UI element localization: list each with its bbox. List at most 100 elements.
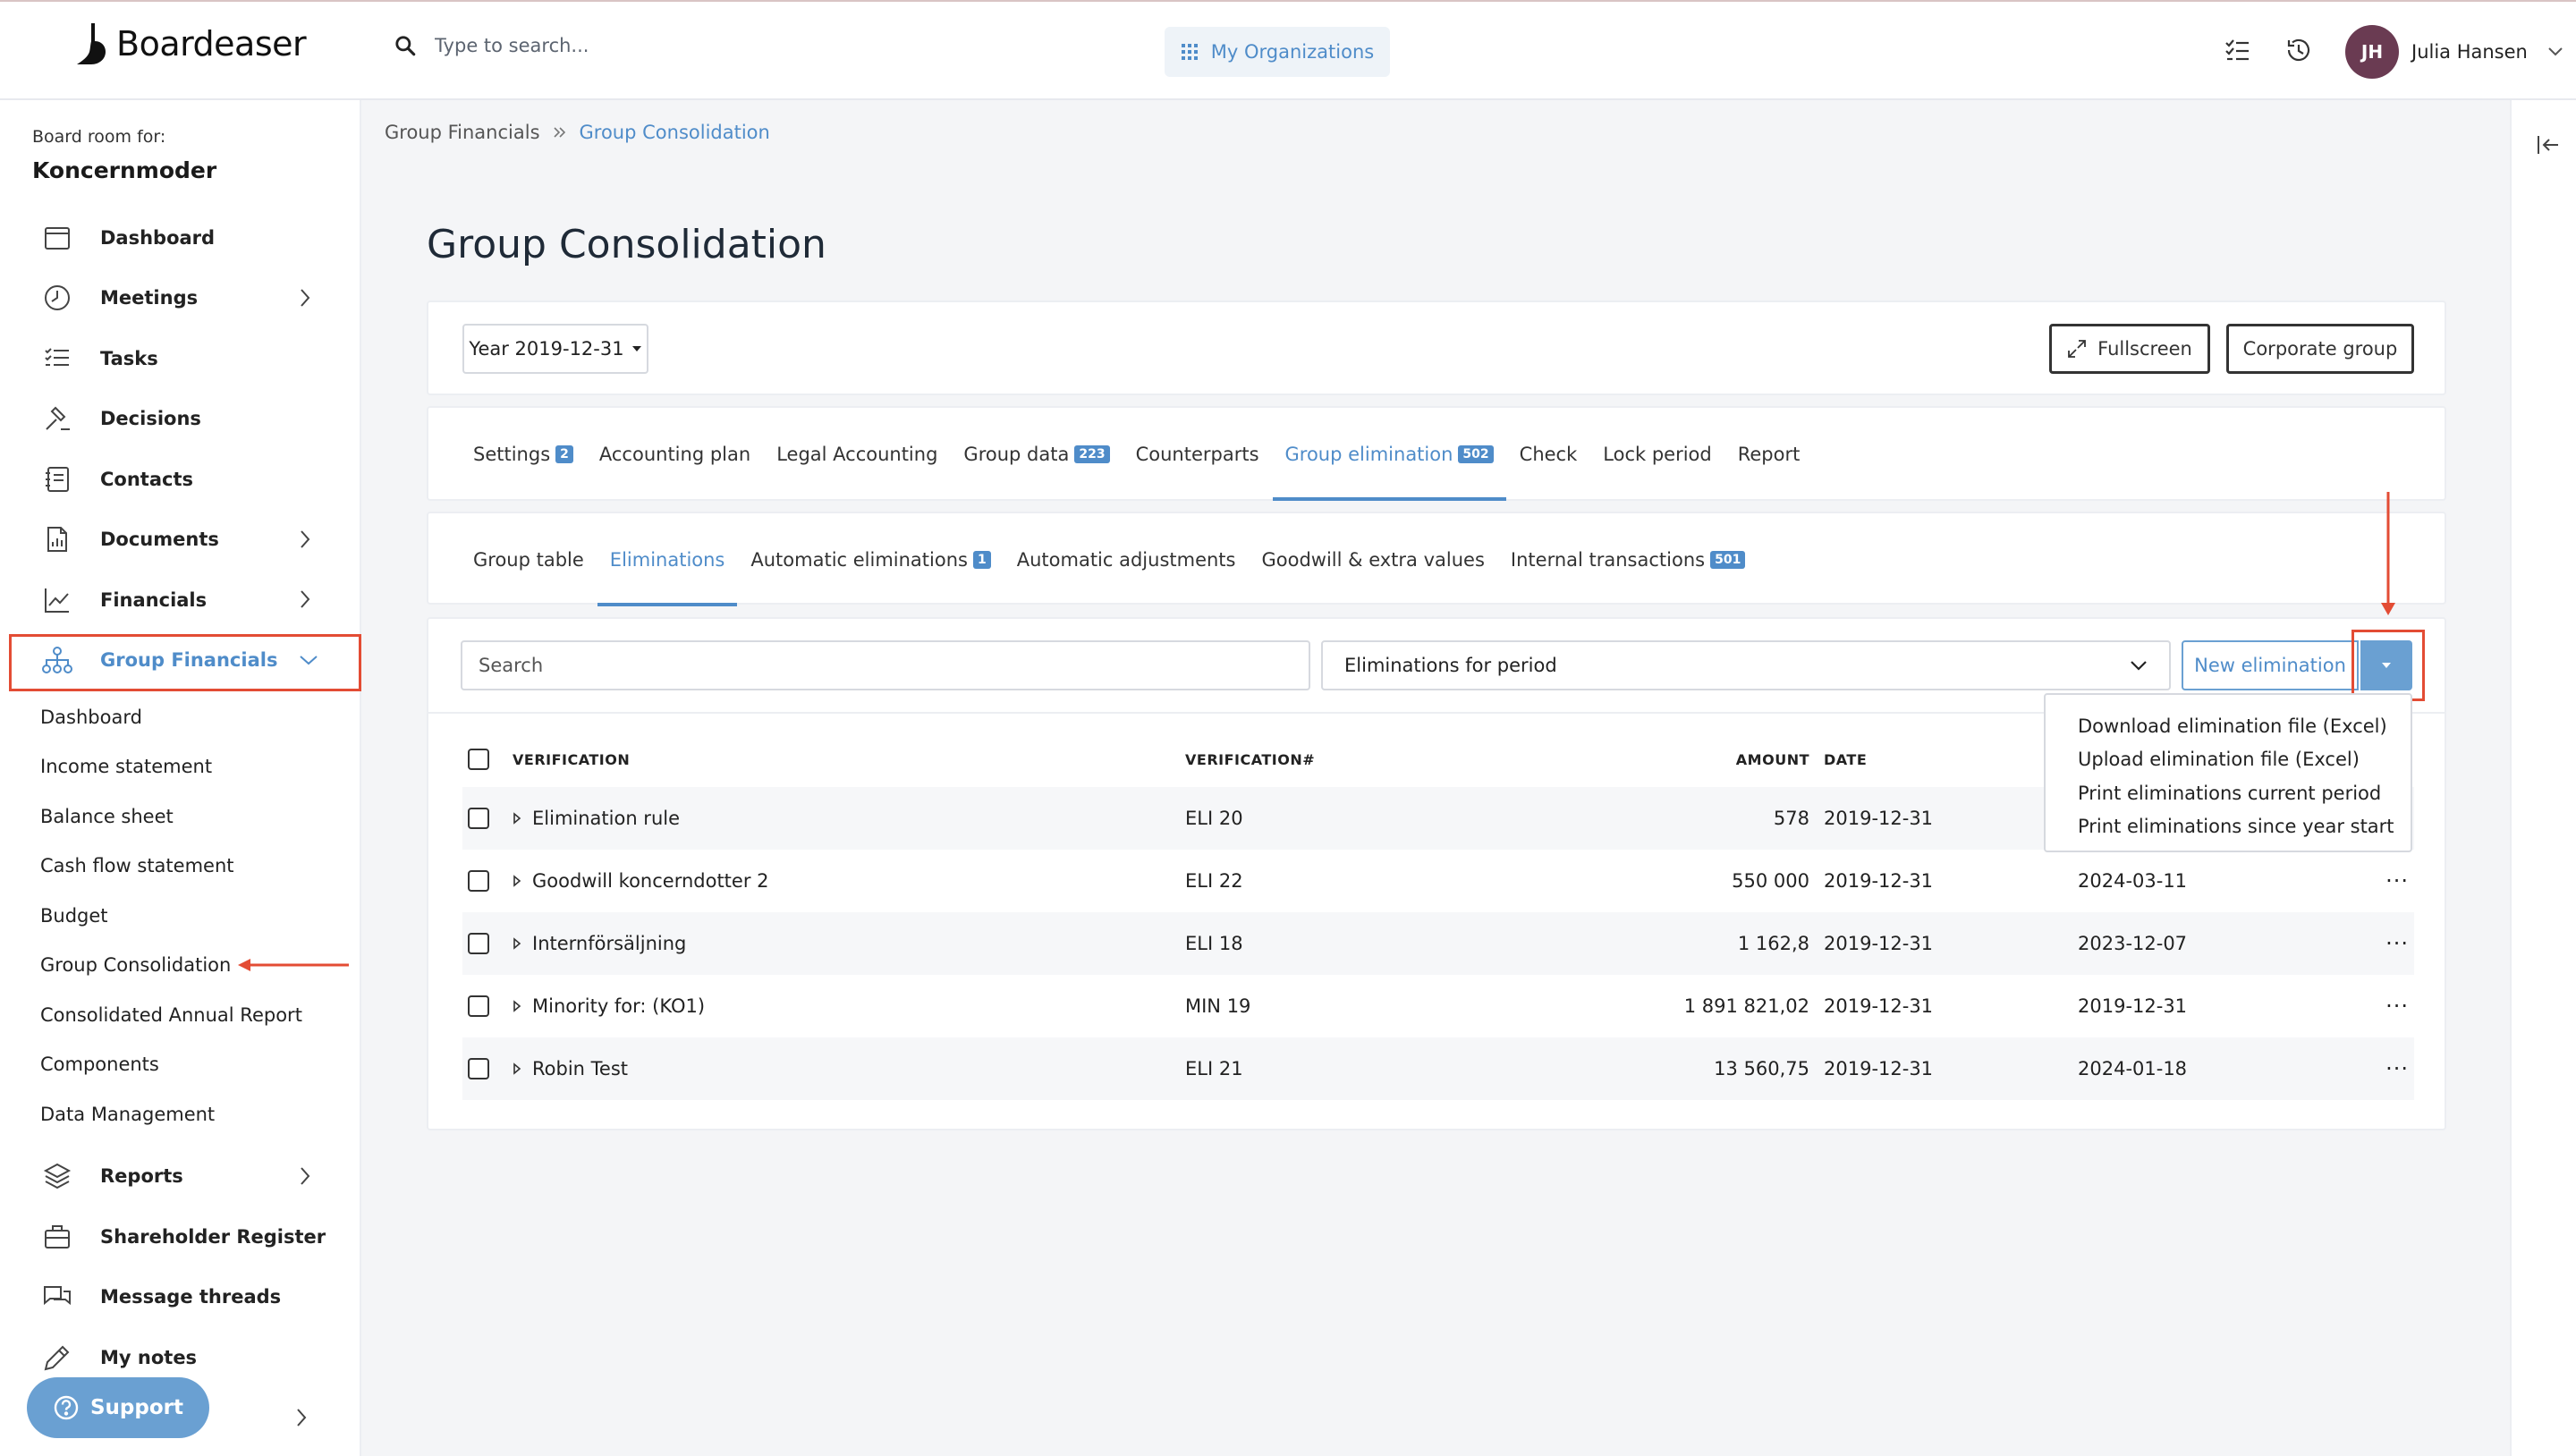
- chevron-right-icon[interactable]: [299, 529, 311, 549]
- row-menu-icon[interactable]: ···: [2373, 994, 2409, 1019]
- history-icon[interactable]: [2281, 32, 2317, 68]
- chevron-right-icon[interactable]: [295, 1408, 308, 1427]
- subnav-item-income-statement[interactable]: Income statement: [0, 742, 360, 792]
- sidebar-item-financials[interactable]: Financials: [0, 570, 360, 631]
- tab-lock-period[interactable]: Lock period: [1603, 408, 1711, 501]
- subnav-item-consolidated-annual-report[interactable]: Consolidated Annual Report: [0, 990, 360, 1040]
- row-checkbox[interactable]: [468, 995, 489, 1017]
- support-label: Support: [89, 1396, 183, 1419]
- cell-verification: Robin Test: [532, 1058, 628, 1079]
- user-menu[interactable]: JH Julia Hansen: [2345, 25, 2563, 79]
- sidebar-item-decisions[interactable]: Decisions: [0, 389, 360, 450]
- caret-right-icon[interactable]: [513, 1062, 521, 1075]
- subtab-automatic-eliminations[interactable]: Automatic eliminations 1: [750, 513, 991, 606]
- collapse-panel-icon[interactable]: [2537, 134, 2560, 156]
- subtab-group-table[interactable]: Group table: [473, 513, 584, 606]
- caret-right-icon[interactable]: [513, 937, 521, 950]
- tab-check[interactable]: Check: [1520, 408, 1578, 501]
- column-header-verification-number[interactable]: VERIFICATION#: [1185, 751, 1668, 768]
- checklist-icon[interactable]: [2219, 32, 2255, 68]
- table-row[interactable]: Internförsäljning ELI 18 1 162,8 2019-12…: [462, 912, 2414, 975]
- row-menu-icon[interactable]: ···: [2373, 868, 2409, 893]
- subtab-eliminations[interactable]: Eliminations: [597, 513, 737, 606]
- column-header-date[interactable]: DATE: [1809, 751, 2078, 768]
- table-row[interactable]: Goodwill koncerndotter 2 ELI 22 550 000 …: [462, 850, 2414, 912]
- menu-item-upload-elimination-file[interactable]: Upload elimination file (Excel): [2078, 743, 2411, 777]
- row-checkbox[interactable]: [468, 808, 489, 829]
- chevron-down-icon[interactable]: [299, 654, 318, 666]
- table-row[interactable]: Minority for: (KO1) MIN 19 1 891 821,02 …: [462, 975, 2414, 1037]
- chevron-right-icon[interactable]: [299, 288, 311, 308]
- tab-badge: 223: [1074, 445, 1110, 463]
- row-menu-icon[interactable]: ···: [2373, 931, 2409, 956]
- chevron-down-icon[interactable]: [2547, 47, 2563, 57]
- sidebar-item-contacts[interactable]: Contacts: [0, 449, 360, 510]
- row-menu-icon[interactable]: ···: [2373, 1056, 2409, 1081]
- period-select[interactable]: Eliminations for period: [1321, 640, 2171, 690]
- sidebar-item-meetings[interactable]: Meetings: [0, 268, 360, 329]
- menu-item-print-since-year-start[interactable]: Print eliminations since year start: [2078, 810, 2411, 844]
- sidebar-item-shareholder-register[interactable]: Shareholder Register: [0, 1206, 360, 1267]
- table-row[interactable]: Robin Test ELI 21 13 560,75 2019-12-31 2…: [462, 1037, 2414, 1100]
- subtab-goodwill-extra-values[interactable]: Goodwill & extra values: [1262, 513, 1485, 606]
- user-name[interactable]: Julia Hansen: [2411, 41, 2528, 63]
- breadcrumb-parent[interactable]: Group Financials: [385, 122, 540, 143]
- subnav-item-data-management[interactable]: Data Management: [0, 1089, 360, 1139]
- tab-group-elimination[interactable]: Group elimination 502: [1272, 408, 1506, 501]
- sidebar-item-reports[interactable]: Reports: [0, 1147, 360, 1207]
- subnav-item-dashboard[interactable]: Dashboard: [0, 692, 360, 742]
- column-header-amount[interactable]: AMOUNT: [1668, 751, 1809, 768]
- fullscreen-button[interactable]: Fullscreen: [2049, 324, 2210, 374]
- tab-report[interactable]: Report: [1738, 408, 1801, 501]
- board-room-name: Koncernmoder: [32, 157, 217, 183]
- cell-verification: Minority for: (KO1): [532, 995, 706, 1017]
- row-checkbox[interactable]: [468, 1058, 489, 1079]
- chat-icon: [39, 1279, 75, 1315]
- subnav-item-cash-flow-statement[interactable]: Cash flow statement: [0, 842, 360, 892]
- menu-item-print-current-period[interactable]: Print eliminations current period: [2078, 776, 2411, 810]
- tab-legal-accounting[interactable]: Legal Accounting: [776, 408, 937, 501]
- cell-verification-number: ELI 22: [1185, 870, 1243, 892]
- new-elimination-button[interactable]: New elimination: [2182, 640, 2359, 690]
- corporate-group-button[interactable]: Corporate group: [2226, 324, 2414, 374]
- chevron-right-icon[interactable]: [299, 1166, 311, 1186]
- tab-settings[interactable]: Settings 2: [473, 408, 573, 501]
- sidebar-item-dashboard[interactable]: Dashboard: [0, 207, 360, 268]
- tab-group-data[interactable]: Group data 223: [963, 408, 1110, 501]
- breadcrumb-current[interactable]: Group Consolidation: [580, 122, 770, 143]
- user-avatar[interactable]: JH: [2345, 25, 2399, 79]
- subnav-item-balance-sheet[interactable]: Balance sheet: [0, 791, 360, 842]
- tab-accounting-plan[interactable]: Accounting plan: [599, 408, 750, 501]
- row-checkbox[interactable]: [468, 933, 489, 954]
- menu-item-download-elimination-file[interactable]: Download elimination file (Excel): [2078, 709, 2411, 743]
- tab-counterparts[interactable]: Counterparts: [1136, 408, 1259, 501]
- eliminations-search[interactable]: [461, 640, 1310, 690]
- sidebar-item-group-financials[interactable]: Group Financials: [0, 631, 361, 690]
- my-organizations-button[interactable]: My Organizations: [1165, 27, 1390, 77]
- subtab-internal-transactions[interactable]: Internal transactions 501: [1511, 513, 1746, 606]
- global-search[interactable]: [394, 34, 792, 57]
- caret-right-icon[interactable]: [513, 812, 521, 825]
- subnav-item-components[interactable]: Components: [0, 1040, 360, 1090]
- sidebar-item-tasks[interactable]: Tasks: [0, 328, 360, 389]
- chevron-right-icon[interactable]: [299, 589, 311, 609]
- my-organizations-label: My Organizations: [1210, 41, 1375, 63]
- year-select[interactable]: Year 2019-12-31: [462, 324, 648, 374]
- sidebar-item-documents[interactable]: Documents: [0, 510, 360, 571]
- row-checkbox[interactable]: [468, 870, 489, 892]
- select-all-checkbox[interactable]: [468, 749, 489, 770]
- caret-right-icon[interactable]: [513, 1000, 521, 1012]
- subtab-automatic-adjustments[interactable]: Automatic adjustments: [1017, 513, 1236, 606]
- eliminations-search-input[interactable]: [462, 655, 1309, 676]
- global-search-input[interactable]: [435, 35, 792, 56]
- caret-right-icon[interactable]: [513, 875, 521, 887]
- cell-date: 2019-12-31: [1824, 870, 1934, 892]
- column-header-verification[interactable]: VERIFICATION: [513, 751, 1185, 768]
- cell-verification: Goodwill koncerndotter 2: [532, 870, 769, 892]
- support-button[interactable]: Support: [27, 1377, 209, 1438]
- sidebar-item-message-threads[interactable]: Message threads: [0, 1267, 360, 1328]
- app-logo[interactable]: Boardeaser: [75, 21, 307, 66]
- subnav-item-budget[interactable]: Budget: [0, 891, 360, 941]
- cell-date: 2019-12-31: [1824, 1058, 1934, 1079]
- cell-verification-number: ELI 21: [1185, 1058, 1243, 1079]
